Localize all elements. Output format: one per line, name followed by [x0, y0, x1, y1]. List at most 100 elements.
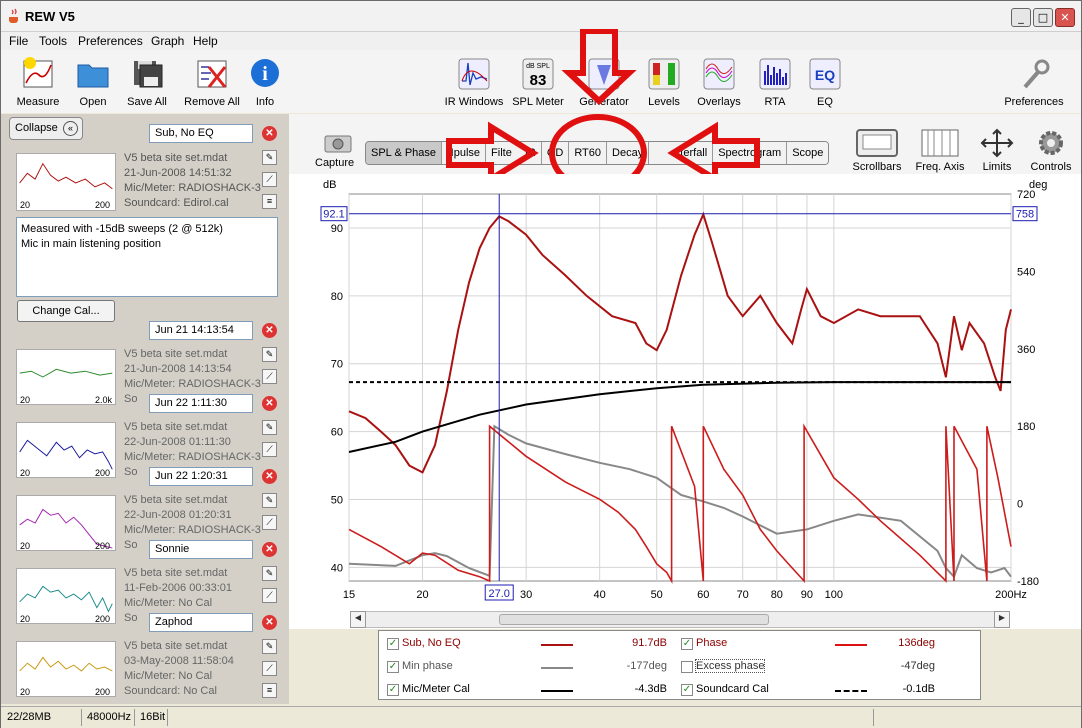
legend-value: -177deg — [626, 660, 667, 672]
menu-graph[interactable]: Graph — [151, 34, 184, 48]
cal-icon[interactable]: ⟋ — [262, 588, 277, 603]
x-tick-label: 30 — [520, 589, 532, 601]
measurement-name-field[interactable]: Jun 22 1:20:31 — [149, 467, 253, 486]
edit-icon[interactable]: ✎ — [262, 347, 277, 362]
scroll-thumb[interactable] — [499, 614, 769, 625]
bit-depth-status: 16Bit — [140, 711, 166, 723]
close-window-button[interactable]: ✕ — [1055, 8, 1075, 27]
scrollbars-button[interactable]: Scrollbars — [852, 128, 902, 173]
minimize-button[interactable]: _ — [1011, 8, 1031, 27]
limits-button[interactable]: Limits — [977, 128, 1017, 173]
y-left-axis-label: dB — [323, 179, 336, 191]
y-left-tick-label: 40 — [331, 562, 343, 574]
controls-button[interactable]: Controls — [1029, 128, 1073, 173]
measure-icon — [23, 57, 53, 88]
title-bar: REW V5 _ □ ✕ — [1, 1, 1081, 32]
preferences-button[interactable]: Preferences — [999, 55, 1069, 108]
freq-axis-icon — [921, 129, 959, 157]
graph-horizontal-scrollbar[interactable]: ◀ ▶ — [350, 611, 1010, 628]
remove-all-icon — [197, 60, 227, 88]
legend-value: 91.7dB — [632, 637, 667, 649]
eq-button[interactable]: EQ EQ — [790, 55, 860, 108]
legend-checkbox[interactable]: ✓ — [387, 661, 399, 673]
java-cup-icon — [9, 8, 18, 23]
y-right-tick-label: 360 — [1017, 344, 1035, 356]
edit-icon[interactable]: ✎ — [262, 493, 277, 508]
cal-icon[interactable]: ⟋ — [262, 369, 277, 384]
legend-line-swatch — [835, 644, 867, 646]
info-icon: i — [251, 59, 279, 87]
legend-checkbox[interactable]: ✓ — [387, 638, 399, 650]
measurement-name-field[interactable]: Sonnie — [149, 540, 253, 559]
spl-phase-chart[interactable]: 15 20 30 40 50 60 70 80 90 100 200Hz 40 50 60 70 80 90 -1… — [289, 174, 1081, 610]
measurement-notes[interactable]: Measured with -15dB sweeps (2 @ 512k) Mi… — [16, 217, 278, 297]
capture-button[interactable]: Capture — [315, 130, 354, 169]
tab-spl-phase[interactable]: SPL & Phase — [366, 142, 443, 164]
graph-area: 15 20 30 40 50 60 70 80 90 100 200Hz 40 50 60 70 80 90 -1… — [289, 174, 1081, 629]
cursor-x-readout: 27.0 — [489, 588, 510, 600]
menu-help[interactable]: Help — [193, 34, 218, 48]
cal-icon[interactable]: ⟋ — [262, 172, 277, 187]
x-tick-label: 90 — [801, 589, 813, 601]
change-cal-button[interactable]: Change Cal... — [17, 300, 115, 322]
legend-checkbox[interactable] — [681, 661, 693, 673]
measurement-name-field[interactable]: Sub, No EQ — [149, 124, 253, 143]
save-all-button[interactable]: Save All — [112, 55, 182, 108]
legend-label: Phase — [696, 637, 728, 649]
menu-file[interactable]: File — [9, 34, 28, 48]
legend-line-swatch — [835, 690, 867, 692]
legend-checkbox[interactable]: ✓ — [681, 638, 693, 650]
edit-icon[interactable]: ✎ — [262, 566, 277, 581]
info-button[interactable]: i Info — [230, 55, 300, 108]
cal-icon[interactable]: ⟋ — [262, 661, 277, 676]
x-tick-label: 60 — [697, 589, 709, 601]
y-left-tick-label: 50 — [331, 495, 343, 507]
trace-legend: ✓ Sub, No EQ 91.7dB ✓ Phase 136deg ✓ Min phase -… — [378, 630, 981, 700]
legend-line-swatch — [541, 644, 573, 646]
y-right-tick-label: 540 — [1017, 266, 1035, 278]
cal-icon[interactable]: ⟋ — [262, 442, 277, 457]
delete-icon[interactable]: ✕ — [262, 323, 277, 338]
legend-checkbox[interactable]: ✓ — [387, 684, 399, 696]
x-tick-label: 80 — [771, 589, 783, 601]
app-window: REW V5 _ □ ✕ File Tools Preferences Grap… — [0, 0, 1082, 728]
x-tick-label: 40 — [594, 589, 606, 601]
wrench-icon — [1023, 59, 1050, 89]
delete-icon[interactable]: ✕ — [262, 126, 277, 141]
sample-rate-status: 48000Hz — [87, 711, 132, 723]
measurement-name-field[interactable]: Zaphod — [149, 613, 253, 632]
cal-icon[interactable]: ⟋ — [262, 515, 277, 530]
x-tick-label: 200Hz — [995, 589, 1027, 601]
window-title: REW V5 — [25, 9, 75, 24]
measurement-name-field[interactable]: Jun 21 14:13:54 — [149, 321, 253, 340]
cursor-y-right-readout: 758 — [1016, 209, 1034, 221]
delete-icon[interactable]: ✕ — [262, 615, 277, 630]
measurement-name-field[interactable]: Jun 22 1:11:30 — [149, 394, 253, 413]
x-tick-label: 100 — [825, 589, 843, 601]
edit-icon[interactable]: ✎ — [262, 420, 277, 435]
notes-icon[interactable]: ≡ — [262, 683, 277, 698]
edit-icon[interactable]: ✎ — [262, 150, 277, 165]
delete-icon[interactable]: ✕ — [262, 542, 277, 557]
tab-scope[interactable]: Scope — [787, 142, 829, 164]
x-tick-label: 70 — [737, 589, 749, 601]
delete-icon[interactable]: ✕ — [262, 396, 277, 411]
scroll-right-arrow[interactable]: ▶ — [994, 611, 1010, 628]
menu-preferences[interactable]: Preferences — [78, 34, 143, 48]
x-tick-label: 15 — [343, 589, 355, 601]
freq-axis-button[interactable]: Freq. Axis — [913, 128, 967, 173]
scroll-left-arrow[interactable]: ◀ — [350, 611, 366, 628]
notes-icon[interactable]: ≡ — [262, 194, 277, 209]
collapse-button[interactable]: Collapse « — [9, 117, 83, 140]
delete-icon[interactable]: ✕ — [262, 469, 277, 484]
edit-icon[interactable]: ✎ — [262, 639, 277, 654]
maximize-button[interactable]: □ — [1033, 8, 1053, 27]
status-bar: 22/28MB 48000Hz 16Bit — [1, 706, 1081, 728]
legend-label: Sub, No EQ — [402, 637, 461, 649]
legend-value: -4.3dB — [634, 683, 667, 695]
legend-label: Excess phase — [694, 659, 766, 673]
menu-tools[interactable]: Tools — [39, 34, 67, 48]
legend-checkbox[interactable]: ✓ — [681, 684, 693, 696]
legend-line-swatch — [541, 667, 573, 669]
eq-icon: EQ — [809, 58, 841, 90]
